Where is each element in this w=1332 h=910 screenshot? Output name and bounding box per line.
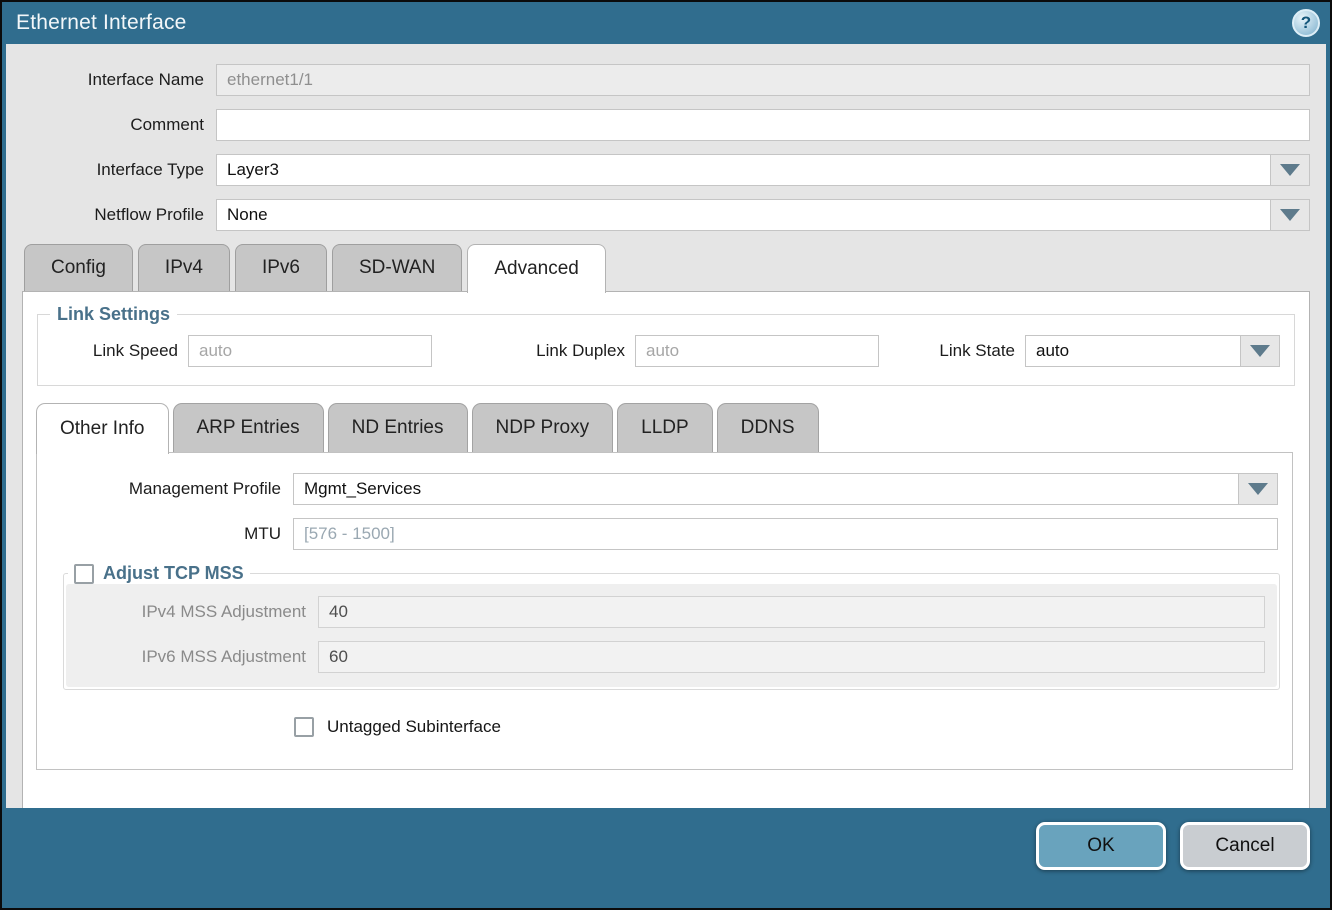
interface-type-row: Interface Type Layer3 bbox=[6, 154, 1310, 186]
link-settings-legend: Link Settings bbox=[50, 304, 177, 325]
chevron-down-icon bbox=[1250, 345, 1270, 357]
subtab-nd-entries[interactable]: ND Entries bbox=[328, 403, 468, 452]
interface-name-row: Interface Name bbox=[6, 64, 1310, 96]
interface-name-label: Interface Name bbox=[6, 70, 216, 90]
tab-config[interactable]: Config bbox=[24, 244, 133, 291]
management-profile-value: Mgmt_Services bbox=[294, 474, 1238, 504]
dialog-title: Ethernet Interface bbox=[16, 11, 187, 35]
comment-label: Comment bbox=[6, 115, 216, 135]
link-state-select[interactable]: auto bbox=[1025, 335, 1280, 367]
cancel-button[interactable]: Cancel bbox=[1180, 822, 1310, 870]
subtab-lldp[interactable]: LLDP bbox=[617, 403, 713, 452]
interface-type-select[interactable]: Layer3 bbox=[216, 154, 1310, 186]
link-settings-row: Link Speed Link Duplex Link State auto bbox=[38, 327, 1294, 367]
help-glyph: ? bbox=[1301, 13, 1312, 33]
chevron-down-icon bbox=[1280, 209, 1300, 221]
mtu-input[interactable] bbox=[293, 518, 1278, 550]
interface-type-value: Layer3 bbox=[217, 155, 1270, 185]
tab-ipv4[interactable]: IPv4 bbox=[138, 244, 230, 291]
tab-advanced[interactable]: Advanced bbox=[467, 244, 606, 293]
netflow-profile-label: Netflow Profile bbox=[6, 205, 216, 225]
untagged-subinterface-label: Untagged Subinterface bbox=[327, 717, 501, 737]
link-speed-input[interactable] bbox=[188, 335, 432, 367]
adjust-tcp-mss-legend: Adjust TCP MSS bbox=[68, 563, 250, 584]
link-settings-fieldset: Link Settings Link Speed Link Duplex Lin… bbox=[37, 304, 1295, 386]
link-state-label: Link State bbox=[939, 341, 1025, 361]
ipv4-mss-label: IPv4 MSS Adjustment bbox=[78, 602, 318, 622]
management-profile-dropdown-button[interactable] bbox=[1238, 474, 1277, 504]
comment-input[interactable] bbox=[216, 109, 1310, 141]
interface-type-dropdown-button[interactable] bbox=[1270, 155, 1309, 185]
tab-sdwan[interactable]: SD-WAN bbox=[332, 244, 462, 291]
sub-tabs: Other Info ARP Entries ND Entries NDP Pr… bbox=[36, 403, 1309, 452]
adjust-tcp-mss-title: Adjust TCP MSS bbox=[103, 563, 244, 584]
management-profile-row: Management Profile Mgmt_Services bbox=[37, 473, 1278, 505]
netflow-profile-select[interactable]: None bbox=[216, 199, 1310, 231]
management-profile-label: Management Profile bbox=[37, 479, 293, 499]
ipv6-mss-row: IPv6 MSS Adjustment bbox=[78, 641, 1265, 673]
subtab-ddns[interactable]: DDNS bbox=[717, 403, 819, 452]
mss-disabled-panel: IPv4 MSS Adjustment IPv6 MSS Adjustment bbox=[66, 584, 1277, 687]
link-duplex-input[interactable] bbox=[635, 335, 879, 367]
main-tabs: Config IPv4 IPv6 SD-WAN Advanced bbox=[24, 244, 1326, 291]
interface-type-label: Interface Type bbox=[6, 160, 216, 180]
link-state-value: auto bbox=[1026, 336, 1240, 366]
chevron-down-icon bbox=[1248, 483, 1268, 495]
other-info-panel: Management Profile Mgmt_Services MTU bbox=[36, 452, 1293, 770]
ipv4-mss-row: IPv4 MSS Adjustment bbox=[78, 596, 1265, 628]
advanced-tab-panel: Link Settings Link Speed Link Duplex Lin… bbox=[22, 291, 1310, 808]
adjust-tcp-mss-checkbox[interactable] bbox=[74, 564, 94, 584]
subtab-arp-entries[interactable]: ARP Entries bbox=[173, 403, 324, 452]
ipv4-mss-input bbox=[318, 596, 1265, 628]
mtu-label: MTU bbox=[37, 524, 293, 544]
netflow-profile-dropdown-button[interactable] bbox=[1270, 200, 1309, 230]
dialog-footer: OK Cancel bbox=[2, 808, 1330, 908]
ipv6-mss-label: IPv6 MSS Adjustment bbox=[78, 647, 318, 667]
netflow-profile-value: None bbox=[217, 200, 1270, 230]
ipv6-mss-input bbox=[318, 641, 1265, 673]
ethernet-interface-dialog: Ethernet Interface ? Interface Name Comm… bbox=[0, 0, 1332, 910]
link-speed-label: Link Speed bbox=[38, 341, 188, 361]
untagged-subinterface-checkbox[interactable] bbox=[294, 717, 314, 737]
link-duplex-label: Link Duplex bbox=[480, 341, 635, 361]
ok-button[interactable]: OK bbox=[1036, 822, 1166, 870]
dialog-body: Interface Name Comment Interface Type La… bbox=[6, 44, 1326, 808]
subtab-other-info[interactable]: Other Info bbox=[36, 403, 169, 454]
tab-ipv6[interactable]: IPv6 bbox=[235, 244, 327, 291]
comment-row: Comment bbox=[6, 109, 1310, 141]
mtu-row: MTU bbox=[37, 518, 1278, 550]
link-state-dropdown-button[interactable] bbox=[1240, 336, 1279, 366]
management-profile-select[interactable]: Mgmt_Services bbox=[293, 473, 1278, 505]
untagged-subinterface-row: Untagged Subinterface bbox=[294, 717, 1292, 737]
interface-name-input bbox=[216, 64, 1310, 96]
subtab-ndp-proxy[interactable]: NDP Proxy bbox=[472, 403, 614, 452]
chevron-down-icon bbox=[1280, 164, 1300, 176]
netflow-profile-row: Netflow Profile None bbox=[6, 199, 1310, 231]
adjust-tcp-mss-fieldset: Adjust TCP MSS IPv4 MSS Adjustment IPv6 … bbox=[63, 563, 1280, 690]
dialog-titlebar: Ethernet Interface ? bbox=[2, 2, 1330, 44]
help-icon[interactable]: ? bbox=[1292, 9, 1320, 37]
